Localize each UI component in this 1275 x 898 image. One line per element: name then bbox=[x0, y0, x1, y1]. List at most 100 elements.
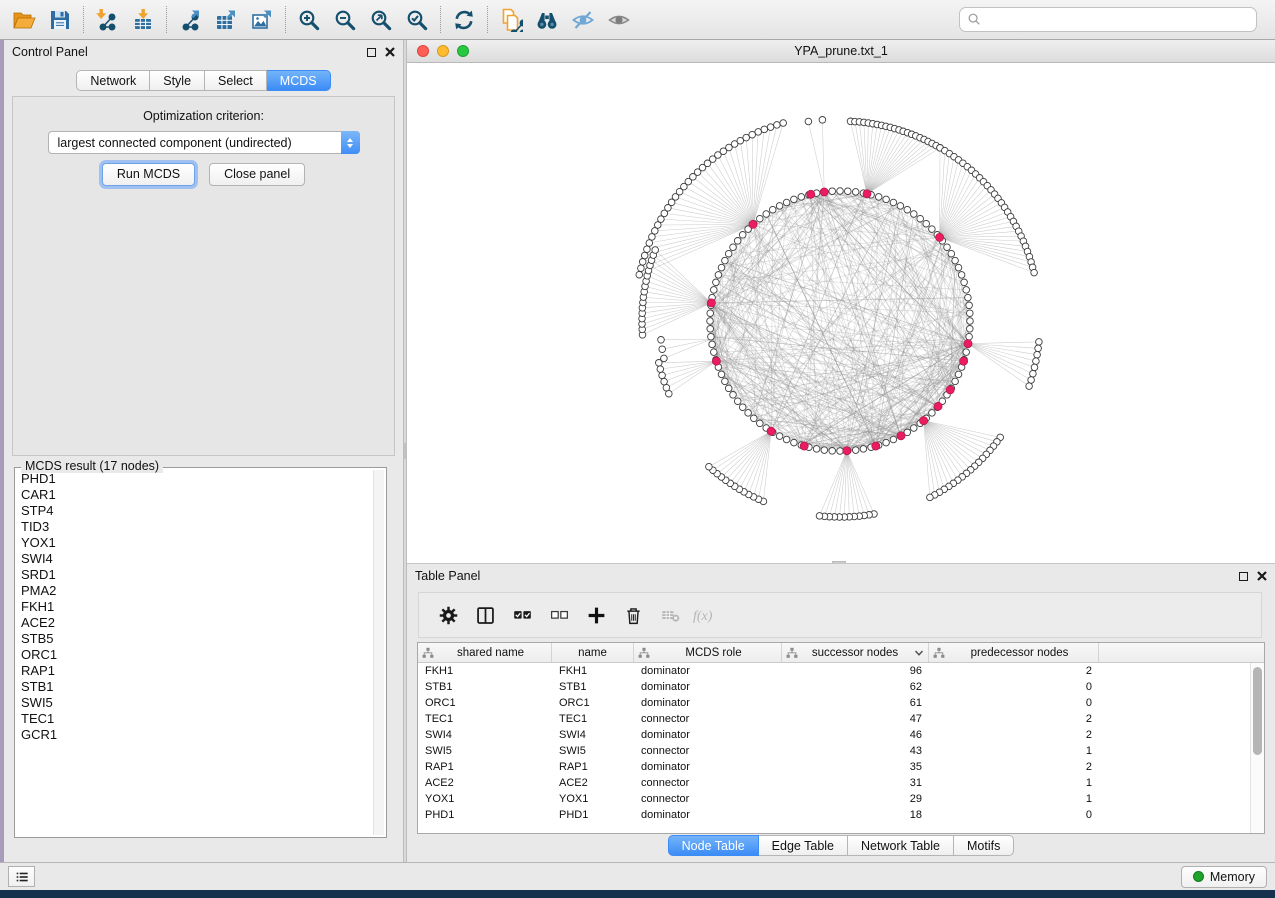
table-row[interactable]: TEC1TEC1connector472 bbox=[418, 711, 1264, 727]
hide-selected-button[interactable] bbox=[565, 5, 601, 35]
tab-node-table[interactable]: Node Table bbox=[668, 835, 759, 856]
column-header-shared-name[interactable]: shared name bbox=[418, 643, 552, 662]
list-item[interactable]: GCR1 bbox=[21, 727, 370, 743]
table-row[interactable]: ORC1ORC1dominator610 bbox=[418, 695, 1264, 711]
table-row[interactable]: FKH1FKH1dominator962 bbox=[418, 663, 1264, 679]
export-table-button[interactable] bbox=[208, 5, 244, 35]
show-all-button[interactable] bbox=[601, 5, 637, 35]
import-network-button[interactable] bbox=[89, 5, 125, 35]
first-neighbors-button[interactable] bbox=[529, 5, 565, 35]
zoom-fit-button[interactable] bbox=[363, 5, 399, 35]
list-item[interactable]: SWI5 bbox=[21, 695, 370, 711]
column-header-predecessor-nodes[interactable]: predecessor nodes bbox=[929, 643, 1099, 662]
table-row[interactable]: YOX1YOX1connector291 bbox=[418, 791, 1264, 807]
tab-mcds[interactable]: MCDS bbox=[267, 70, 331, 91]
dropdown-stepper-icon bbox=[341, 131, 360, 154]
save-button[interactable] bbox=[42, 5, 78, 35]
control-panel-tabs: NetworkStyleSelectMCDS bbox=[4, 70, 403, 91]
close-table-panel-icon[interactable] bbox=[1257, 571, 1267, 581]
column-type-icon bbox=[933, 647, 945, 659]
cell-predecessor-nodes: 0 bbox=[929, 681, 1099, 693]
memory-button[interactable]: Memory bbox=[1181, 866, 1267, 888]
list-item[interactable]: TID3 bbox=[21, 519, 370, 535]
close-panel-icon[interactable] bbox=[385, 47, 395, 57]
first-neighbors-icon bbox=[535, 8, 559, 32]
run-mcds-button[interactable]: Run MCDS bbox=[102, 163, 195, 186]
list-item[interactable]: ORC1 bbox=[21, 647, 370, 663]
search-input[interactable] bbox=[983, 13, 1250, 27]
search-icon bbox=[966, 11, 983, 28]
clear-selection-button[interactable] bbox=[544, 600, 574, 630]
table-row[interactable]: RAP1RAP1dominator352 bbox=[418, 759, 1264, 775]
table-panel-title: Table Panel bbox=[415, 569, 1239, 583]
add-button[interactable] bbox=[581, 600, 611, 630]
list-item[interactable]: TEC1 bbox=[21, 711, 370, 727]
zoom-selected-button[interactable] bbox=[399, 5, 435, 35]
refresh-button[interactable] bbox=[446, 5, 482, 35]
list-icon bbox=[14, 869, 30, 885]
cell-successor-nodes: 96 bbox=[782, 665, 929, 677]
list-item[interactable]: SWI4 bbox=[21, 551, 370, 567]
close-panel-button[interactable]: Close panel bbox=[209, 163, 305, 186]
list-item[interactable]: FKH1 bbox=[21, 599, 370, 615]
list-item[interactable]: ACE2 bbox=[21, 615, 370, 631]
open-button[interactable] bbox=[6, 5, 42, 35]
list-item[interactable]: STB1 bbox=[21, 679, 370, 695]
gear-button[interactable] bbox=[433, 600, 463, 630]
import-table-button[interactable] bbox=[125, 5, 161, 35]
network-canvas[interactable] bbox=[407, 63, 1275, 563]
clear-selection-icon bbox=[549, 605, 570, 626]
list-item[interactable]: YOX1 bbox=[21, 535, 370, 551]
tab-motifs[interactable]: Motifs bbox=[954, 835, 1014, 856]
export-image-button[interactable] bbox=[244, 5, 280, 35]
close-window-icon[interactable] bbox=[417, 45, 429, 57]
tab-select[interactable]: Select bbox=[205, 70, 267, 91]
tab-network[interactable]: Network bbox=[76, 70, 150, 91]
table-scrollbar[interactable] bbox=[1250, 663, 1264, 833]
tab-style[interactable]: Style bbox=[150, 70, 205, 91]
toolbar-groups bbox=[6, 5, 637, 35]
minimize-window-icon[interactable] bbox=[437, 45, 449, 57]
delete-button[interactable] bbox=[618, 600, 648, 630]
criterion-dropdown[interactable]: largest connected component (undirected) bbox=[48, 131, 360, 154]
table-row[interactable]: SWI5SWI5connector431 bbox=[418, 743, 1264, 759]
column-header-name[interactable]: name bbox=[552, 643, 634, 662]
maximize-window-icon[interactable] bbox=[457, 45, 469, 57]
search-box[interactable] bbox=[959, 7, 1257, 32]
export-table-icon bbox=[214, 8, 238, 32]
cell-shared-name: RAP1 bbox=[418, 761, 552, 773]
mcds-list-scrollbar[interactable] bbox=[373, 470, 384, 835]
table-scrollbar-thumb[interactable] bbox=[1253, 667, 1262, 755]
list-item[interactable]: SRD1 bbox=[21, 567, 370, 583]
export-network-button[interactable] bbox=[172, 5, 208, 35]
list-item[interactable]: STB5 bbox=[21, 631, 370, 647]
tab-network-table[interactable]: Network Table bbox=[848, 835, 954, 856]
table-row[interactable]: PHD1PHD1dominator180 bbox=[418, 807, 1264, 823]
splitter-handle[interactable] bbox=[404, 443, 406, 459]
network-graph[interactable] bbox=[407, 63, 1275, 563]
table-row[interactable]: SWI4SWI4dominator462 bbox=[418, 727, 1264, 743]
zoom-fit-icon bbox=[369, 8, 393, 32]
optimization-criterion-label: Optimization criterion: bbox=[13, 109, 394, 123]
task-history-button[interactable] bbox=[8, 866, 35, 887]
float-table-panel-icon[interactable] bbox=[1239, 572, 1248, 581]
list-item[interactable]: PHD1 bbox=[21, 471, 370, 487]
zoom-out-button[interactable] bbox=[327, 5, 363, 35]
network-window-titlebar[interactable]: YPA_prune.txt_1 bbox=[407, 40, 1275, 63]
cell-predecessor-nodes: 2 bbox=[929, 761, 1099, 773]
list-item[interactable]: CAR1 bbox=[21, 487, 370, 503]
table-row[interactable]: ACE2ACE2connector311 bbox=[418, 775, 1264, 791]
columns-button[interactable] bbox=[470, 600, 500, 630]
mcds-result-list[interactable]: PHD1CAR1STP4TID3YOX1SWI4SRD1PMA2FKH1ACE2… bbox=[21, 471, 370, 834]
column-header-successor-nodes[interactable]: successor nodes bbox=[782, 643, 929, 662]
zoom-in-button[interactable] bbox=[291, 5, 327, 35]
select-all-button[interactable] bbox=[507, 600, 537, 630]
tab-edge-table[interactable]: Edge Table bbox=[759, 835, 848, 856]
duplicate-network-button[interactable] bbox=[493, 5, 529, 35]
float-panel-icon[interactable] bbox=[367, 48, 376, 57]
table-row[interactable]: STB1STB1dominator620 bbox=[418, 679, 1264, 695]
list-item[interactable]: STP4 bbox=[21, 503, 370, 519]
list-item[interactable]: RAP1 bbox=[21, 663, 370, 679]
list-item[interactable]: PMA2 bbox=[21, 583, 370, 599]
column-header-mcds-role[interactable]: MCDS role bbox=[634, 643, 782, 662]
